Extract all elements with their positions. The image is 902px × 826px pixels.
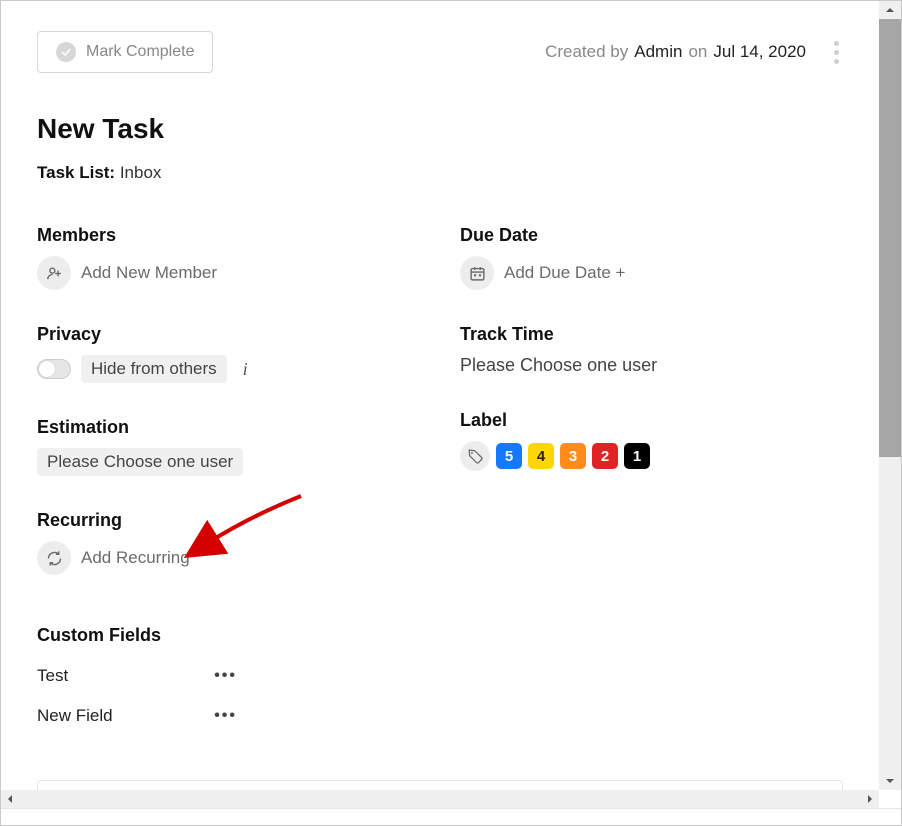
created-by-text: Created by Admin on Jul 14, 2020 [545, 37, 843, 68]
add-member-label: Add New Member [81, 263, 217, 283]
custom-fields-heading: Custom Fields [37, 625, 420, 646]
due-date-heading: Due Date [460, 225, 843, 246]
info-icon[interactable]: i [237, 359, 254, 380]
mark-complete-button[interactable]: Mark Complete [37, 31, 213, 73]
privacy-heading: Privacy [37, 324, 420, 345]
add-due-date-button[interactable]: Add Due Date + [460, 256, 843, 290]
privacy-toggle[interactable] [37, 359, 71, 379]
more-menu-button[interactable] [830, 37, 843, 68]
custom-field-menu[interactable]: ••• [214, 668, 237, 684]
label-heading: Label [460, 410, 843, 431]
task-list-label: Task List: [37, 163, 115, 182]
horizontal-scrollbar[interactable] [1, 790, 879, 808]
label-chip-2[interactable]: 2 [592, 443, 618, 469]
track-time-heading: Track Time [460, 324, 843, 345]
bottom-border [1, 808, 901, 825]
add-member-button[interactable]: Add New Member [37, 256, 420, 290]
h-scrollbar-track[interactable] [19, 790, 861, 808]
add-recurring-label: Add Recurring [81, 548, 190, 568]
label-chip-3[interactable]: 3 [560, 443, 586, 469]
task-list-row: Task List: Inbox [37, 163, 843, 183]
label-chip-5[interactable]: 5 [496, 443, 522, 469]
tag-icon[interactable] [460, 441, 490, 471]
task-list-value[interactable]: Inbox [120, 163, 162, 182]
scroll-down-icon[interactable] [879, 772, 901, 790]
mark-complete-label: Mark Complete [86, 43, 194, 61]
scroll-left-icon[interactable] [1, 790, 19, 808]
add-recurring-button[interactable]: Add Recurring [37, 541, 420, 575]
label-chip-4[interactable]: 4 [528, 443, 554, 469]
add-member-icon [37, 256, 71, 290]
privacy-hide-label: Hide from others [81, 355, 227, 383]
estimation-select[interactable]: Please Choose one user [37, 448, 243, 476]
custom-field-row: New Field••• [37, 696, 237, 736]
calendar-icon [460, 256, 494, 290]
recurring-icon [37, 541, 71, 575]
vertical-scrollbar[interactable] [879, 1, 901, 790]
recurring-heading: Recurring [37, 510, 420, 531]
task-title[interactable]: New Task [37, 113, 843, 145]
scroll-right-icon[interactable] [861, 790, 879, 808]
members-heading: Members [37, 225, 420, 246]
custom-field-name[interactable]: Test [37, 666, 214, 686]
label-chip-1[interactable]: 1 [624, 443, 650, 469]
custom-field-name[interactable]: New Field [37, 706, 214, 726]
track-time-select[interactable]: Please Choose one user [460, 355, 843, 376]
estimation-heading: Estimation [37, 417, 420, 438]
custom-field-menu[interactable]: ••• [214, 708, 237, 724]
check-circle-icon [56, 42, 76, 62]
custom-field-row: Test••• [37, 656, 237, 696]
scrollbar-thumb[interactable] [879, 19, 901, 457]
add-due-date-label: Add Due Date + [504, 263, 625, 283]
scrollbar-track[interactable] [879, 19, 901, 772]
scroll-up-icon[interactable] [879, 1, 901, 19]
description-input[interactable] [37, 780, 843, 790]
